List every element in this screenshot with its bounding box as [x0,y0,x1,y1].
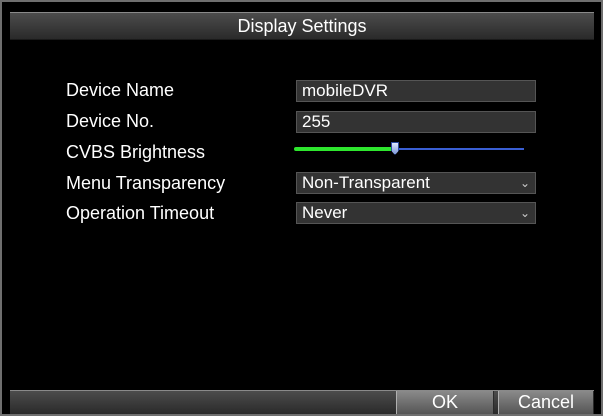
chevron-down-icon: ⌄ [519,176,530,190]
operation-timeout-select[interactable]: Never ⌄ [296,202,536,224]
operation-timeout-value: Never [302,203,348,222]
device-name-input[interactable]: mobileDVR [296,80,536,102]
slider-fill [294,147,395,151]
device-no-input[interactable]: 255 [296,111,536,133]
slider-track [395,148,524,150]
cvbs-brightness-label: CVBS Brightness [66,142,206,162]
chevron-down-icon: ⌄ [519,206,530,220]
cancel-button[interactable]: Cancel [498,391,594,414]
device-no-label: Device No. [66,111,155,131]
menu-transparency-label: Menu Transparency [66,173,226,193]
settings-panel: Device Name mobileDVR Device No. 255 CVB… [10,40,594,380]
cvbs-brightness-slider[interactable] [294,142,524,156]
display-settings-window: Display Settings Device Name mobileDVR D… [0,0,603,416]
operation-timeout-label: Operation Timeout [66,203,215,223]
slider-handle[interactable] [391,142,399,155]
ok-button[interactable]: OK [396,391,494,414]
menu-transparency-select[interactable]: Non-Transparent ⌄ [296,172,536,194]
menu-transparency-value: Non-Transparent [302,173,430,192]
device-name-label: Device Name [66,80,175,100]
button-bar: OK Cancel [10,390,594,414]
window-title: Display Settings [10,12,594,40]
